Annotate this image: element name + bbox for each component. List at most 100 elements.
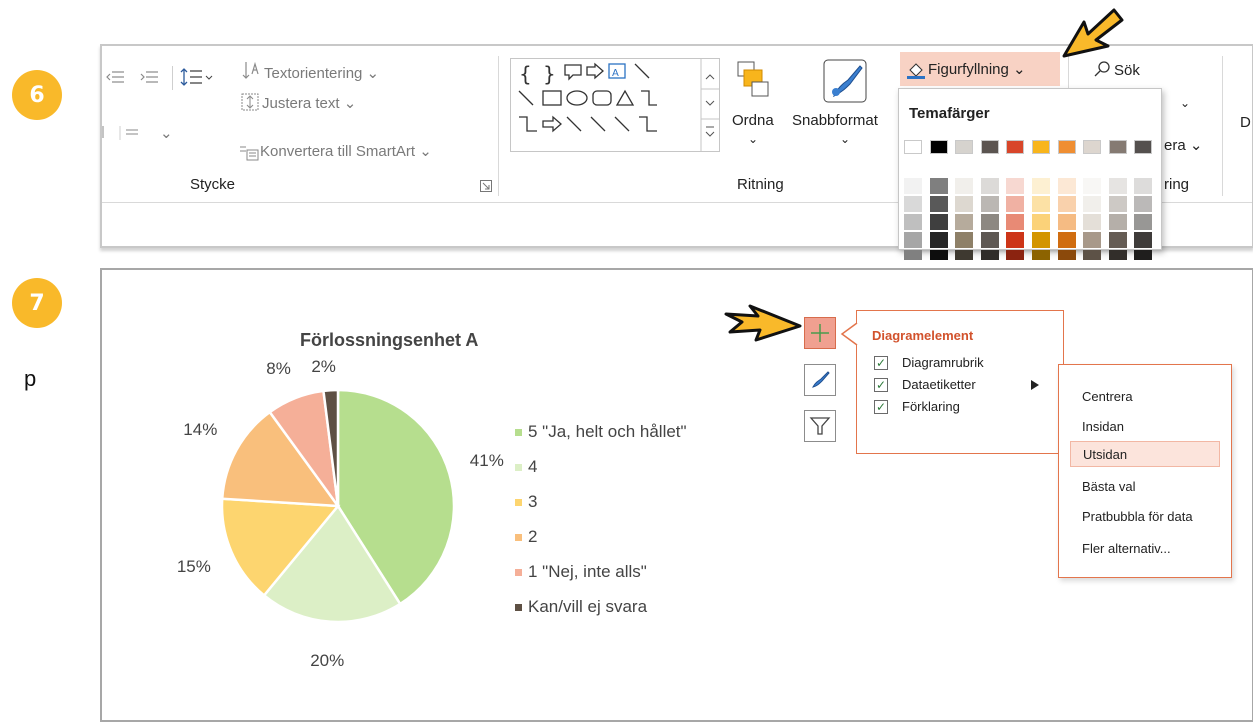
color-shade-swatch[interactable] bbox=[980, 178, 999, 194]
color-shade-swatch[interactable] bbox=[1083, 232, 1102, 248]
convert-smartart-button[interactable]: Konvertera till SmartArt ⌄ bbox=[260, 142, 432, 160]
arrange-dropdown[interactable]: ⌄ bbox=[748, 132, 758, 146]
checkbox[interactable]: ✓ bbox=[874, 356, 888, 370]
arrange-button[interactable]: Ordna bbox=[732, 112, 774, 129]
color-shade-swatch[interactable] bbox=[1134, 232, 1153, 248]
legend-item[interactable]: 1 "Nej, inte alls" bbox=[515, 562, 647, 582]
color-shade-swatch[interactable] bbox=[955, 250, 974, 260]
smartart-icon[interactable] bbox=[239, 144, 259, 162]
color-shade-swatch[interactable] bbox=[980, 214, 999, 230]
color-shade-swatch[interactable] bbox=[1006, 250, 1025, 260]
legend-item[interactable]: 3 bbox=[515, 492, 537, 512]
increase-indent-icon[interactable] bbox=[140, 70, 158, 84]
dialog-launcher-icon[interactable] bbox=[480, 179, 492, 192]
color-shade-swatch[interactable] bbox=[980, 196, 999, 212]
data-label[interactable]: 20% bbox=[310, 651, 344, 671]
color-shade-swatch[interactable] bbox=[1032, 178, 1050, 194]
color-shade-swatch[interactable] bbox=[1134, 196, 1153, 212]
label-position-item[interactable]: Pratbubbla för data bbox=[1070, 503, 1220, 529]
color-shade-swatch[interactable] bbox=[1134, 178, 1153, 194]
quick-styles-icon[interactable] bbox=[822, 58, 868, 104]
chart-elements-button[interactable] bbox=[804, 317, 836, 349]
label-position-item[interactable]: Utsidan bbox=[1070, 441, 1220, 467]
data-label[interactable]: 41% bbox=[470, 451, 504, 471]
color-swatch[interactable] bbox=[980, 140, 999, 154]
color-shade-swatch[interactable] bbox=[1108, 232, 1127, 248]
color-shade-swatch[interactable] bbox=[1108, 196, 1127, 212]
label-position-item[interactable]: Centrera bbox=[1070, 383, 1220, 409]
color-swatch[interactable] bbox=[1134, 140, 1153, 154]
data-label[interactable]: 2% bbox=[311, 357, 336, 377]
chart-element-label[interactable]: Diagramrubrik bbox=[902, 355, 984, 370]
quick-styles-dropdown[interactable]: ⌄ bbox=[840, 132, 850, 146]
color-shade-swatch[interactable] bbox=[1057, 214, 1076, 230]
color-shade-swatch[interactable] bbox=[1032, 250, 1050, 260]
color-swatch[interactable] bbox=[1006, 140, 1025, 154]
legend-item[interactable]: 2 bbox=[515, 527, 537, 547]
shapes-gallery[interactable]: { } A bbox=[510, 58, 720, 152]
color-shade-swatch[interactable] bbox=[1057, 232, 1076, 248]
color-shade-swatch[interactable] bbox=[1006, 196, 1025, 212]
arrange-icon[interactable] bbox=[736, 60, 772, 100]
color-shade-swatch[interactable] bbox=[1108, 214, 1127, 230]
columns-icon[interactable] bbox=[102, 124, 142, 142]
color-swatch[interactable] bbox=[1057, 140, 1076, 154]
color-swatch[interactable] bbox=[929, 140, 948, 154]
chart-filters-button[interactable] bbox=[804, 410, 836, 442]
legend-item[interactable]: 5 "Ja, helt och hållet" bbox=[515, 422, 687, 442]
align-text-icon[interactable] bbox=[240, 92, 260, 112]
legend-item[interactable]: Kan/vill ej svara bbox=[515, 597, 647, 617]
color-shade-swatch[interactable] bbox=[904, 178, 922, 194]
color-shade-swatch[interactable] bbox=[955, 178, 974, 194]
data-label[interactable]: 15% bbox=[177, 557, 211, 577]
color-swatch[interactable] bbox=[1083, 140, 1102, 154]
color-shade-swatch[interactable] bbox=[1032, 232, 1050, 248]
chart-element-label[interactable]: Dataetiketter bbox=[902, 377, 976, 392]
color-shade-swatch[interactable] bbox=[929, 232, 948, 248]
color-shade-swatch[interactable] bbox=[904, 214, 922, 230]
label-position-item[interactable]: Fler alternativ... bbox=[1070, 535, 1220, 561]
color-shade-swatch[interactable] bbox=[1108, 178, 1127, 194]
text-direction-icon[interactable] bbox=[242, 60, 262, 82]
color-shade-swatch[interactable] bbox=[1108, 250, 1127, 260]
decrease-indent-icon[interactable] bbox=[106, 70, 124, 84]
legend-item[interactable]: 4 bbox=[515, 457, 537, 477]
color-shade-swatch[interactable] bbox=[1032, 214, 1050, 230]
color-shade-swatch[interactable] bbox=[1006, 178, 1025, 194]
data-label[interactable]: 14% bbox=[183, 420, 217, 440]
color-shade-swatch[interactable] bbox=[904, 232, 922, 248]
partial-ribbon-label[interactable]: era ⌄ bbox=[1164, 136, 1202, 154]
color-shade-swatch[interactable] bbox=[955, 196, 974, 212]
color-shade-swatch[interactable] bbox=[980, 250, 999, 260]
color-shade-swatch[interactable] bbox=[1057, 178, 1076, 194]
color-shade-swatch[interactable] bbox=[1006, 232, 1025, 248]
color-shade-swatch[interactable] bbox=[1057, 250, 1076, 260]
color-shade-swatch[interactable] bbox=[1134, 214, 1153, 230]
chart-element-label[interactable]: Förklaring bbox=[902, 399, 960, 414]
color-shade-swatch[interactable] bbox=[1006, 214, 1025, 230]
checkbox[interactable]: ✓ bbox=[874, 400, 888, 414]
color-shade-swatch[interactable] bbox=[1083, 178, 1102, 194]
color-swatch[interactable] bbox=[1032, 140, 1050, 154]
color-shade-swatch[interactable] bbox=[904, 250, 922, 260]
checkbox[interactable]: ✓ bbox=[874, 378, 888, 392]
quick-styles-button[interactable]: Snabbformat bbox=[792, 112, 878, 129]
pie-chart[interactable] bbox=[208, 376, 468, 636]
line-spacing-icon[interactable] bbox=[180, 66, 214, 88]
dropdown-chevron[interactable]: ⌄ bbox=[1180, 96, 1190, 110]
color-shade-swatch[interactable] bbox=[929, 178, 948, 194]
chart-title[interactable]: Förlossningsenhet A bbox=[300, 330, 478, 351]
color-shade-swatch[interactable] bbox=[955, 214, 974, 230]
color-shade-swatch[interactable] bbox=[1083, 196, 1102, 212]
text-direction-button[interactable]: Textorientering ⌄ bbox=[264, 64, 379, 82]
color-shade-swatch[interactable] bbox=[1134, 250, 1153, 260]
align-text-button[interactable]: Justera text ⌄ bbox=[262, 94, 356, 112]
color-swatch[interactable] bbox=[1108, 140, 1127, 154]
chart-styles-button[interactable] bbox=[804, 364, 836, 396]
data-label[interactable]: 8% bbox=[266, 359, 291, 379]
search-button[interactable]: Sök bbox=[1114, 62, 1140, 79]
label-position-item[interactable]: Bästa val bbox=[1070, 473, 1220, 499]
color-swatch[interactable] bbox=[955, 140, 974, 154]
submenu-arrow-icon[interactable] bbox=[1030, 378, 1040, 390]
color-shade-swatch[interactable] bbox=[929, 214, 948, 230]
